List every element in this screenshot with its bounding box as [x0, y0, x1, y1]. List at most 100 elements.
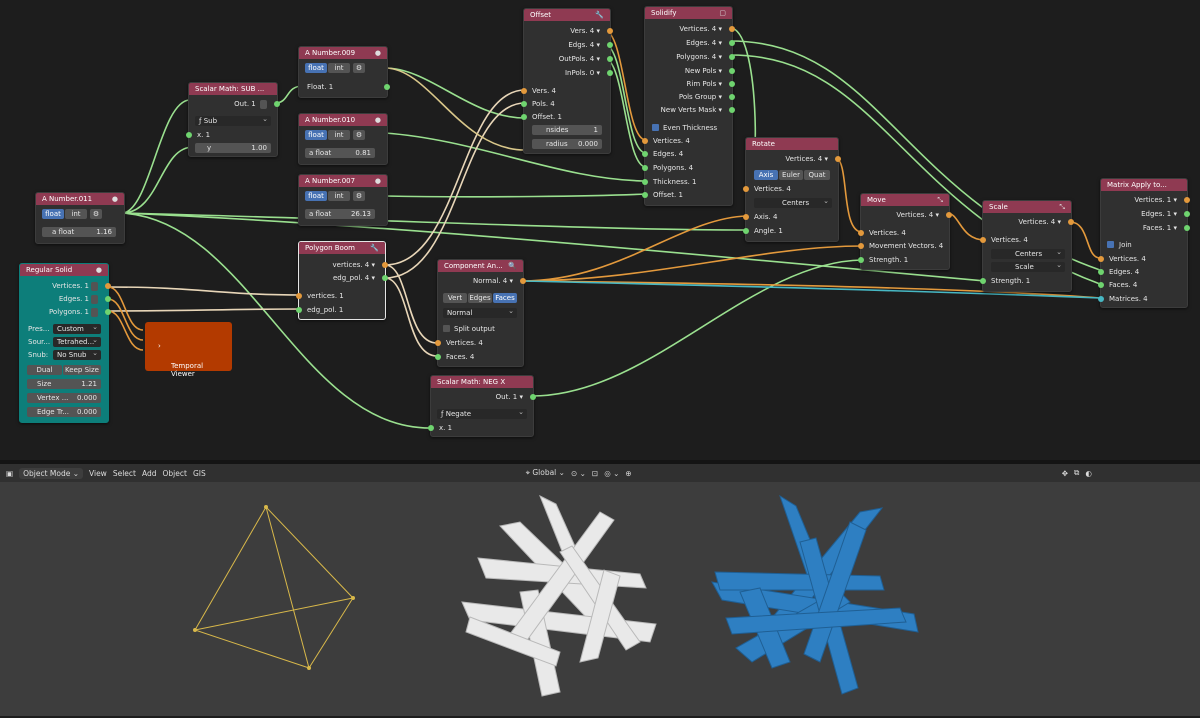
- snap-icon[interactable]: ⊡: [592, 469, 598, 478]
- overlay-icon[interactable]: ⊕: [625, 469, 631, 478]
- node-header[interactable]: Regular Solid ●: [20, 264, 108, 276]
- socket-dot[interactable]: [607, 28, 613, 34]
- mode-dropdown[interactable]: Normal: [443, 308, 517, 318]
- dropdown-icon[interactable]: [91, 294, 98, 304]
- operation-dropdown[interactable]: ƒ Sub: [195, 116, 271, 126]
- source-dropdown[interactable]: Tetrahed...: [53, 337, 101, 347]
- socket-dot[interactable]: [1184, 197, 1190, 203]
- radius-field[interactable]: radius 0.000: [532, 139, 602, 149]
- node-header[interactable]: Polygon Boom 🔧: [299, 242, 385, 254]
- output-vertices[interactable]: Vertices. 4 ▾: [983, 216, 1074, 228]
- move-node[interactable]: Move ⤡ Vertices. 4 ▾ Vertices. 4 Movement…: [858, 193, 952, 270]
- matrix-apply-node[interactable]: Matrix Apply to... Vertices. 1 ▾ Edges. …: [1098, 178, 1190, 308]
- output-vertices[interactable]: Vertices. 4 ▾: [861, 209, 952, 221]
- socket-dot[interactable]: [946, 212, 952, 218]
- socket-dot[interactable]: [642, 151, 648, 157]
- scale-node[interactable]: Scale ⤡ Vertices. 4 ▾ Vertices. 4 Centers…: [980, 200, 1074, 292]
- nsides-field[interactable]: nsides 1: [532, 125, 602, 135]
- input-offset[interactable]: Offset. 1: [642, 189, 732, 201]
- euler-tab[interactable]: Euler: [779, 170, 803, 180]
- socket-dot[interactable]: [729, 54, 735, 60]
- socket-dot[interactable]: [520, 278, 526, 284]
- socket-dot[interactable]: [607, 42, 613, 48]
- socket-dot[interactable]: [384, 84, 390, 90]
- socket-dot[interactable]: [296, 307, 302, 313]
- input-vertices[interactable]: Vertices. 4: [980, 234, 1071, 246]
- output-rim-pols[interactable]: Rim Pols ▾: [645, 78, 735, 90]
- y-field[interactable]: y 1.00: [195, 143, 271, 153]
- node-header[interactable]: Rotate: [746, 138, 838, 150]
- output-vertices[interactable]: Vertices. 1: [20, 280, 111, 292]
- socket-dot[interactable]: [435, 354, 441, 360]
- socket-dot[interactable]: [382, 262, 388, 268]
- collapse-icon[interactable]: ●: [112, 193, 118, 205]
- output-vertices[interactable]: Vertices. 4 ▾: [645, 23, 735, 35]
- checkbox-icon[interactable]: [1107, 241, 1114, 248]
- collapse-icon[interactable]: ●: [96, 264, 102, 276]
- settings-icon[interactable]: ⚙: [353, 63, 365, 73]
- socket-dot[interactable]: [743, 186, 749, 192]
- dropdown-icon[interactable]: [260, 99, 267, 109]
- operation-dropdown[interactable]: ƒ Negate: [437, 409, 527, 419]
- socket-dot[interactable]: [729, 26, 735, 32]
- menu-view[interactable]: View: [89, 469, 107, 478]
- output-edg-pol[interactable]: edg_pol. 4 ▾: [299, 272, 388, 284]
- white-solid-star[interactable]: [461, 494, 657, 697]
- input-edges[interactable]: Edges. 4: [642, 148, 732, 160]
- dual-toggle[interactable]: Dual: [27, 365, 62, 375]
- temporal-viewer-node[interactable]: › Temporal Viewer: [145, 322, 232, 378]
- input-matrices[interactable]: Matrices. 4: [1098, 293, 1187, 305]
- float-toggle[interactable]: float: [305, 191, 327, 201]
- float-field[interactable]: a float 1.16: [42, 227, 116, 237]
- input-faces[interactable]: Faces. 4: [1098, 279, 1187, 291]
- socket-dot[interactable]: [729, 40, 735, 46]
- node-header[interactable]: Scalar Math: SUB ...: [189, 83, 277, 95]
- settings-icon[interactable]: ⚙: [353, 191, 365, 201]
- rotate-node[interactable]: Rotate Vertices. 4 ▾ Axis Euler Quat Ver…: [743, 137, 841, 242]
- checkbox-icon[interactable]: [443, 325, 450, 332]
- node-header[interactable]: A Number.010 ●: [299, 114, 387, 126]
- preset-dropdown[interactable]: Custom: [53, 324, 101, 334]
- float-field[interactable]: a float 0.81: [305, 148, 375, 158]
- input-offset[interactable]: Offset. 1: [521, 111, 610, 123]
- solidify-node[interactable]: Solidify ▢ Vertices. 4 ▾ Edges. 4 ▾ Polyg…: [642, 6, 735, 206]
- vertex-truncation-field[interactable]: Vertex ... 0.000: [27, 393, 101, 403]
- xray-icon[interactable]: ⧉: [1074, 468, 1079, 478]
- input-vers[interactable]: Vers. 4: [521, 85, 610, 97]
- output-vers[interactable]: Vers. 4 ▾: [524, 25, 613, 37]
- input-edges[interactable]: Edges. 4: [1098, 266, 1187, 278]
- input-vertices[interactable]: Vertices. 4: [435, 337, 523, 349]
- node-header[interactable]: Offset 🔧: [524, 9, 610, 21]
- output-edges[interactable]: Edges. 1 ▾: [1101, 208, 1190, 220]
- socket-dot[interactable]: [105, 296, 111, 302]
- pivot-icon[interactable]: ⊙ ⌄: [571, 469, 586, 478]
- input-edg-pol[interactable]: edg_pol. 1: [296, 304, 385, 316]
- search-icon[interactable]: 🔍: [508, 260, 517, 272]
- socket-dot[interactable]: [296, 293, 302, 299]
- input-thickness[interactable]: Thickness. 1: [642, 176, 732, 188]
- menu-object[interactable]: Object: [163, 469, 187, 478]
- blue-solid-star[interactable]: [711, 494, 919, 695]
- output-edgs[interactable]: Edgs. 4 ▾: [524, 39, 613, 51]
- output-polygons[interactable]: Polygons. 4 ▾: [645, 51, 735, 63]
- socket-dot[interactable]: [530, 394, 536, 400]
- menu-select[interactable]: Select: [113, 469, 136, 478]
- input-axis[interactable]: Axis. 4: [743, 211, 838, 223]
- node-header[interactable]: A Number.011 ●: [36, 193, 124, 205]
- even-thickness-checkbox[interactable]: Even Thickness: [645, 122, 732, 134]
- output-new-pols[interactable]: New Pols ▾: [645, 65, 735, 77]
- output-out[interactable]: Out. 1 ▾: [431, 391, 536, 403]
- input-polygons[interactable]: Polygons. 4: [642, 162, 732, 174]
- socket-dot[interactable]: [382, 275, 388, 281]
- socket-dot[interactable]: [743, 228, 749, 234]
- output-edges[interactable]: Edges. 1: [20, 293, 111, 305]
- output-vertices[interactable]: vertices. 4 ▾: [299, 259, 388, 271]
- input-x[interactable]: x. 1: [186, 129, 277, 141]
- socket-dot[interactable]: [729, 68, 735, 74]
- keep-size-toggle[interactable]: Keep Size: [63, 365, 101, 375]
- dropdown-icon[interactable]: [91, 281, 98, 291]
- socket-dot[interactable]: [858, 230, 864, 236]
- int-toggle[interactable]: int: [328, 63, 350, 73]
- menu-add[interactable]: Add: [142, 469, 157, 478]
- input-angle[interactable]: Angle. 1: [743, 225, 838, 237]
